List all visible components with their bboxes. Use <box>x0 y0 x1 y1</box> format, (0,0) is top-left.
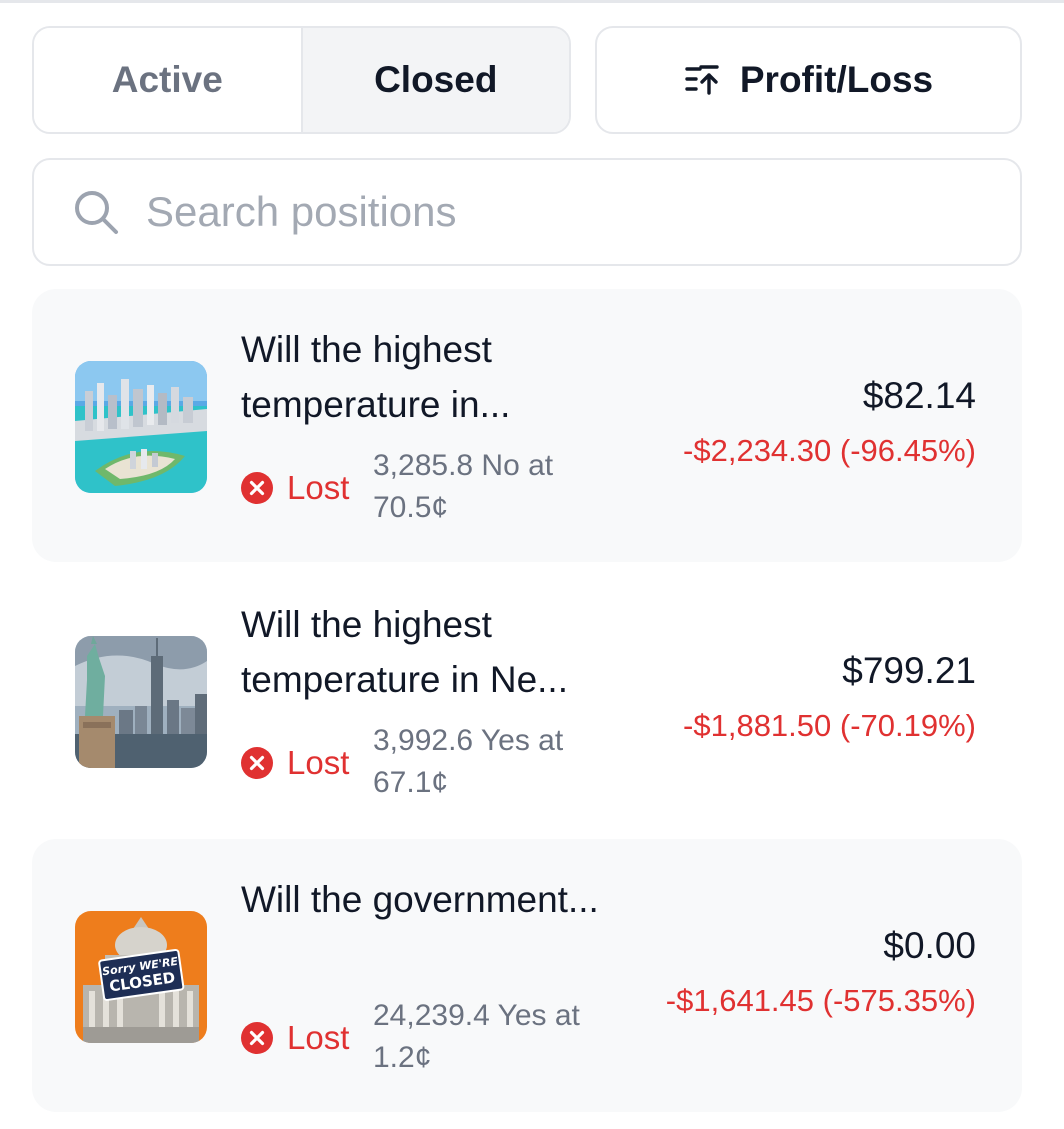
search-input[interactable] <box>146 188 926 236</box>
status-label: Lost <box>287 744 350 781</box>
sort-label: Profit/Loss <box>739 59 934 100</box>
position-shares: 24,239.4 Yes at 1.2¢ <box>373 999 580 1074</box>
status-badge: Lost <box>241 1019 349 1057</box>
close-circle-icon <box>241 472 273 504</box>
position-value: $82.14 <box>862 375 976 416</box>
close-circle-icon <box>241 1022 273 1054</box>
top-divider <box>0 0 1064 3</box>
status-label: Lost <box>287 1019 350 1056</box>
miami-skyline-thumbnail <box>75 361 207 493</box>
position-card[interactable]: Sorry WE'RE CLOSED Will the government..… <box>32 839 1022 1112</box>
sort-profit-loss-button[interactable]: Profit/Loss <box>595 26 1022 134</box>
position-title: Will the highest temperature in... <box>241 329 511 425</box>
position-value: $799.21 <box>842 650 976 691</box>
sort-icon <box>685 65 719 95</box>
position-shares: 3,285.8 No at 70.5¢ <box>373 449 554 524</box>
position-title: Will the highest temperature in Ne... <box>241 604 568 700</box>
search-bar <box>32 158 1022 266</box>
close-circle-icon <box>241 747 273 779</box>
position-title: Will the government... <box>241 879 599 920</box>
capitol-closed-sign-thumbnail: Sorry WE'RE CLOSED <box>75 911 207 1043</box>
status-label: Lost <box>287 469 350 506</box>
new-york-statue-of-liberty-thumbnail <box>75 636 207 768</box>
position-status-tabs: Active Closed <box>32 26 571 134</box>
tab-closed[interactable]: Closed <box>300 28 569 132</box>
status-badge: Lost <box>241 744 349 782</box>
position-card[interactable]: Will the highest temperature in... Lost … <box>32 289 1022 562</box>
position-value: $0.00 <box>883 925 976 966</box>
position-shares: 3,992.6 Yes at 67.1¢ <box>373 724 564 799</box>
position-pnl: -$1,881.50 (-70.19%) <box>683 708 976 743</box>
position-pnl: -$1,641.45 (-575.35%) <box>665 983 976 1018</box>
status-badge: Lost <box>241 469 349 507</box>
position-card[interactable]: Will the highest temperature in Ne... Lo… <box>32 564 1022 837</box>
tab-active[interactable]: Active <box>34 28 301 132</box>
position-pnl: -$2,234.30 (-96.45%) <box>683 433 976 468</box>
search-icon <box>75 191 118 234</box>
